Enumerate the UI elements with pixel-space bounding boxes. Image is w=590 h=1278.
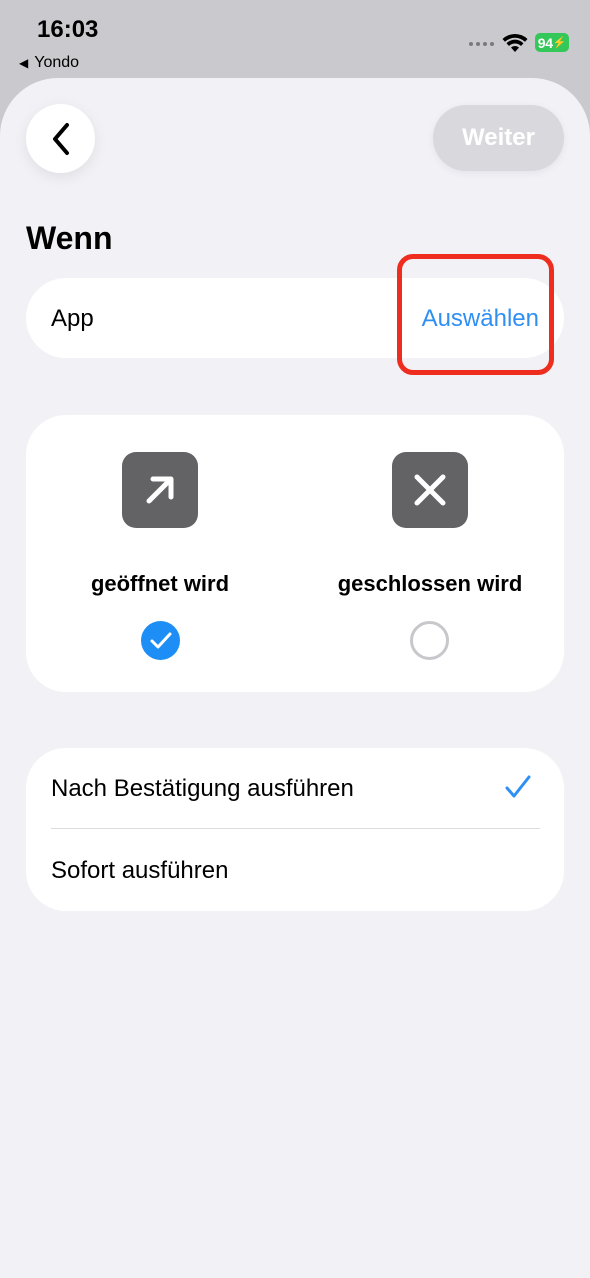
checkmark-icon [150,632,171,648]
sheet: Weiter Wenn App Auswählen geöffnet wird … [0,78,590,1278]
chevron-left-icon [52,122,69,155]
back-button[interactable] [26,104,95,173]
back-to-app-link[interactable]: ◀ Yondo [19,54,79,72]
app-label: App [51,305,94,332]
mode-label: Nach Bestätigung ausführen [51,775,354,802]
trigger-label-opened: geöffnet wird [90,571,230,596]
divider [51,828,540,829]
arrow-up-right-icon[interactable] [122,452,198,528]
cellular-signal-icon [469,42,494,46]
radio-opened-selected[interactable] [141,621,180,660]
status-bar: 16:03 ◀ Yondo 94 ⚡ [0,0,590,80]
highlight-annotation [397,254,554,375]
status-time: 16:03 [37,16,99,43]
battery-level: 94 [537,34,553,51]
close-x-icon[interactable] [392,452,468,528]
execution-mode-card: Nach Bestätigung ausführen Sofort ausfüh… [26,748,564,911]
trigger-label-closed: geschlossen wird [337,571,523,596]
next-button[interactable]: Weiter [433,105,564,171]
mode-option-immediate[interactable]: Sofort ausführen [26,830,564,911]
radio-closed-unselected[interactable] [410,621,449,660]
battery-indicator: 94 ⚡ [535,33,569,52]
trigger-card: geöffnet wird geschlossen wird [26,415,564,692]
back-app-label: Yondo [34,54,80,71]
mode-label: Sofort ausführen [51,857,229,884]
section-title: Wenn [26,220,113,256]
mode-option-confirm[interactable]: Nach Bestätigung ausführen [26,748,564,829]
checkmark-icon [505,775,531,798]
charging-bolt-icon: ⚡ [552,37,567,49]
back-triangle-icon: ◀ [19,56,29,70]
wifi-icon [502,33,528,52]
